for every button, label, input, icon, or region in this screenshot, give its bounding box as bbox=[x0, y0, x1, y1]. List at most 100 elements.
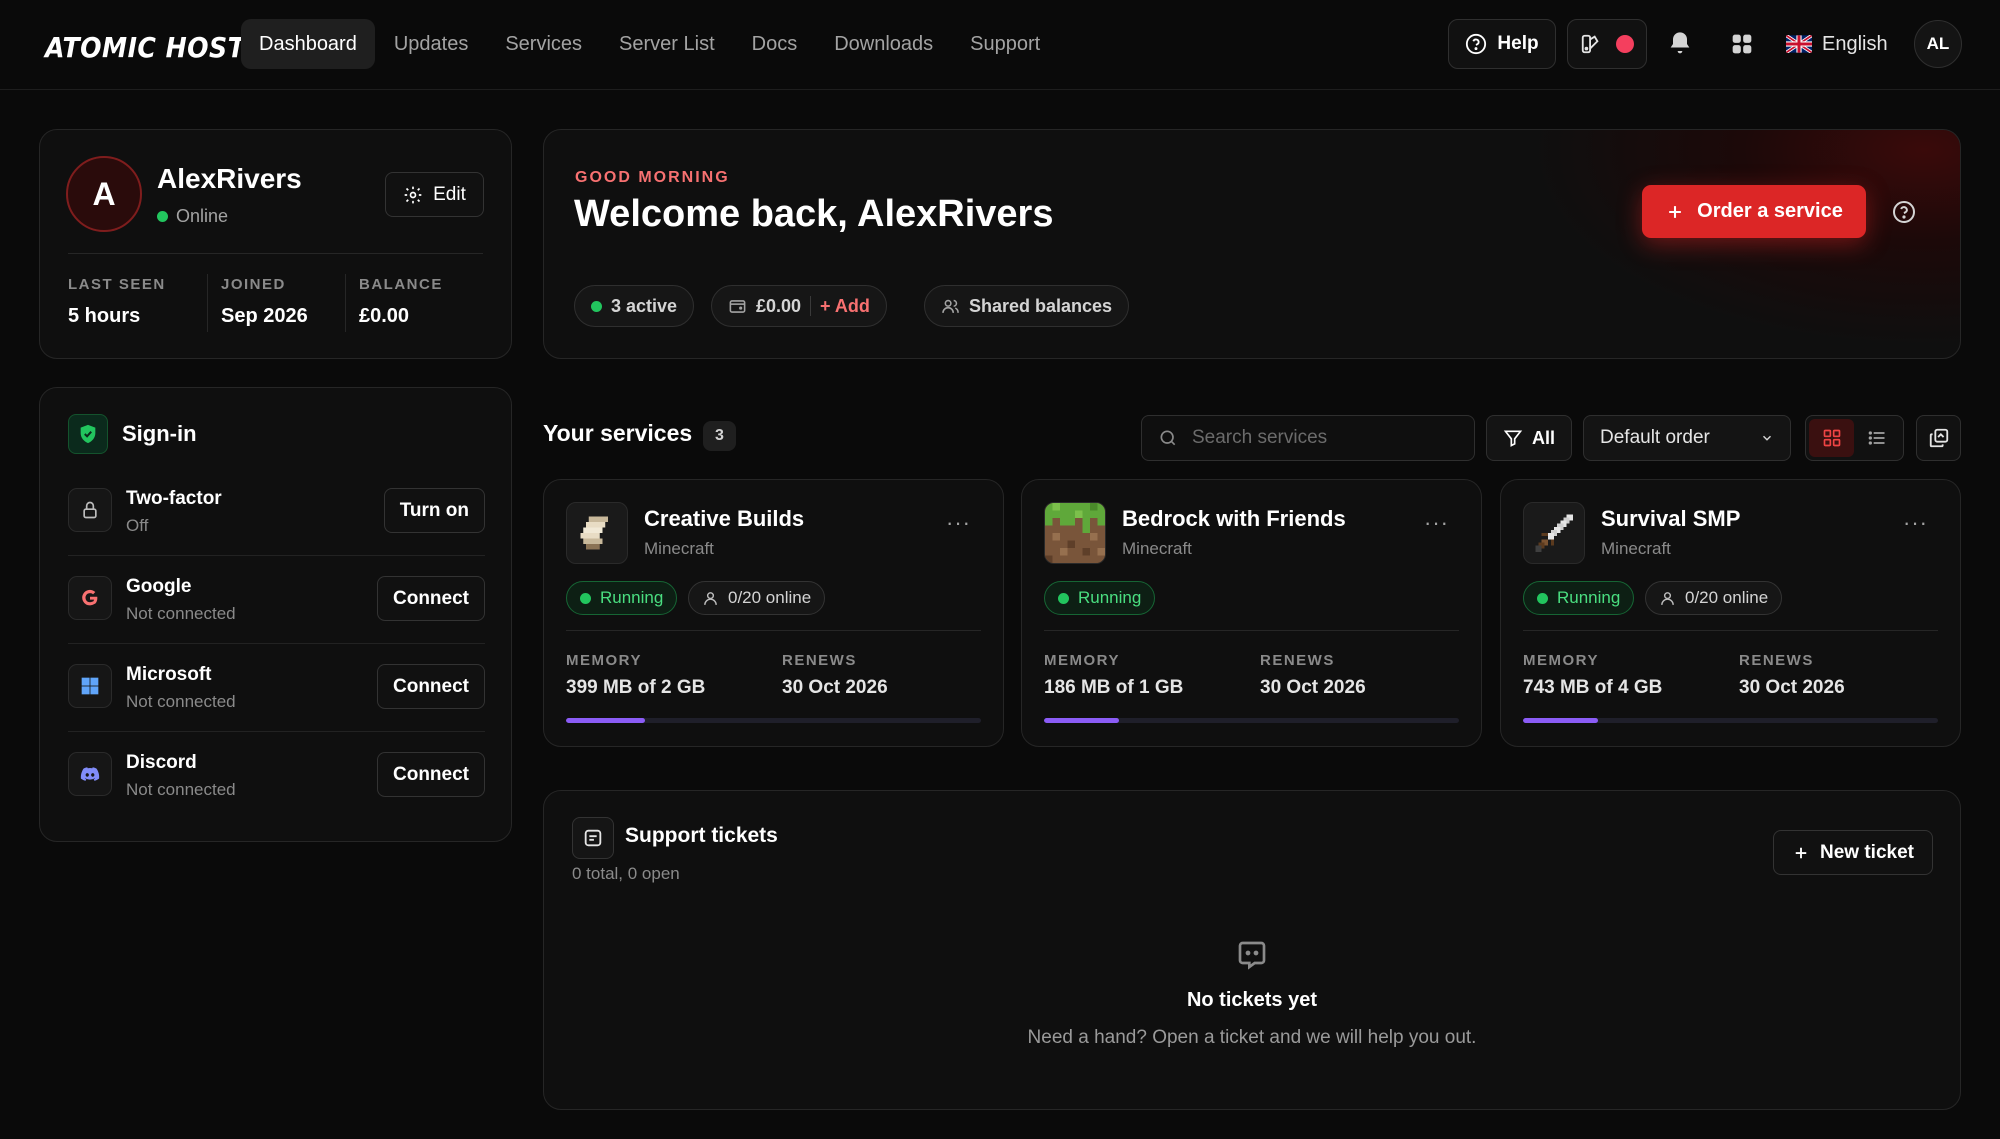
chat-bubble-icon bbox=[1238, 941, 1266, 970]
turn-on-two-factor-button[interactable]: Turn on bbox=[383, 488, 485, 533]
renews-label: RENEWS bbox=[782, 652, 857, 669]
nav-item-downloads[interactable]: Downloads bbox=[816, 19, 951, 69]
services-search[interactable] bbox=[1141, 415, 1475, 461]
memory-label: MEMORY bbox=[566, 652, 642, 669]
grid-view-icon bbox=[1823, 429, 1840, 447]
tickets-title: Support tickets bbox=[625, 824, 778, 847]
help-circle-icon bbox=[1466, 33, 1487, 55]
chip-divider bbox=[810, 296, 812, 316]
add-funds-link[interactable]: + Add bbox=[820, 296, 870, 317]
running-dot bbox=[580, 592, 591, 604]
apps-grid-icon[interactable] bbox=[1728, 30, 1756, 58]
shared-balances-label: Shared balances bbox=[969, 295, 1113, 316]
sign-in-method-status: Not connected bbox=[126, 604, 236, 623]
active-dot bbox=[591, 300, 602, 312]
order-service-label: Order a service bbox=[1697, 200, 1843, 222]
ticket-icon bbox=[572, 817, 614, 859]
grid-view-button[interactable] bbox=[1809, 419, 1854, 457]
empty-state-subtitle: Need a hand? Open a ticket and we will h… bbox=[1027, 1027, 1477, 1048]
services-title: Your services bbox=[543, 420, 693, 446]
stat-value: £0.00 bbox=[359, 305, 410, 327]
edit-profile-button[interactable]: Edit bbox=[385, 172, 484, 217]
copy-stack-icon bbox=[1929, 428, 1948, 448]
question-circle-icon[interactable] bbox=[1892, 200, 1916, 224]
order-service-button[interactable]: Order a service bbox=[1642, 185, 1866, 238]
nav-item-updates[interactable]: Updates bbox=[376, 19, 487, 69]
nav-item-support[interactable]: Support bbox=[952, 19, 1058, 69]
nav-item-dashboard[interactable]: Dashboard bbox=[241, 19, 375, 69]
compare-button[interactable] bbox=[1916, 415, 1961, 461]
status-label: Running bbox=[1557, 588, 1621, 607]
nav-item-docs[interactable]: Docs bbox=[734, 19, 816, 69]
more-options-icon[interactable]: ··· bbox=[946, 510, 971, 536]
memory-progress-fill bbox=[1523, 718, 1598, 723]
user-icon bbox=[704, 591, 717, 605]
memory-value: 186 MB of 1 GB bbox=[1044, 677, 1184, 698]
memory-progress-bar bbox=[1523, 718, 1938, 723]
renews-label: RENEWS bbox=[1260, 652, 1335, 669]
active-services-chip[interactable]: 3 active bbox=[574, 285, 695, 327]
status-badge: Running bbox=[1523, 581, 1635, 615]
help-button[interactable]: Help bbox=[1448, 19, 1556, 69]
service-card[interactable]: Bedrock with Friends Minecraft ··· Runni… bbox=[1021, 479, 1482, 747]
users-icon bbox=[942, 299, 959, 313]
user-avatar[interactable]: AL bbox=[1914, 20, 1962, 68]
memory-progress-fill bbox=[1044, 718, 1119, 723]
list-view-button[interactable] bbox=[1854, 419, 1899, 457]
more-options-icon[interactable]: ··· bbox=[1424, 510, 1449, 536]
profile-divider bbox=[68, 253, 483, 254]
connect-discord-button[interactable]: Connect bbox=[377, 752, 485, 797]
running-dot bbox=[1058, 592, 1069, 604]
running-dot bbox=[1537, 592, 1548, 604]
sign-in-method-status: Not connected bbox=[126, 780, 236, 799]
language-label: English bbox=[1822, 32, 1888, 55]
nav-item-services[interactable]: Services bbox=[487, 19, 600, 69]
filter-icon bbox=[1503, 430, 1523, 447]
profile-avatar: A bbox=[66, 156, 142, 232]
sign-in-method-name: Discord bbox=[126, 752, 197, 773]
memory-progress-bar bbox=[566, 718, 981, 723]
plus-icon bbox=[1669, 205, 1682, 218]
connect-google-button[interactable]: Connect bbox=[377, 576, 485, 621]
atomic-host-logo[interactable]: ATOMIC HOST bbox=[45, 26, 245, 70]
memory-label: MEMORY bbox=[1523, 652, 1599, 669]
memory-progress-bar bbox=[1044, 718, 1459, 723]
service-card[interactable]: Creative Builds Minecraft ··· Running 0/… bbox=[543, 479, 1004, 747]
memory-progress-fill bbox=[566, 718, 645, 723]
filter-label: All bbox=[1531, 427, 1555, 448]
connect-microsoft-button[interactable]: Connect bbox=[377, 664, 485, 709]
language-selector[interactable]: English bbox=[1786, 19, 1888, 69]
new-ticket-button[interactable]: New ticket bbox=[1773, 830, 1933, 875]
sort-order-label: Default order bbox=[1600, 427, 1710, 448]
sign-in-row-google: Google Not connected Connect bbox=[68, 556, 485, 644]
theme-toggle-button[interactable] bbox=[1567, 19, 1647, 69]
sign-in-method-status: Off bbox=[126, 516, 149, 535]
stat-separator bbox=[207, 274, 208, 332]
nav-item-server-list[interactable]: Server List bbox=[601, 19, 733, 69]
main-nav: Dashboard Updates Services Server List D… bbox=[241, 19, 1059, 69]
card-divider bbox=[566, 630, 981, 631]
players-online-badge: 0/20 online bbox=[688, 581, 826, 615]
notifications-bell-icon[interactable] bbox=[1666, 30, 1694, 58]
sword-icon bbox=[1523, 502, 1585, 564]
palette-icon bbox=[1581, 34, 1599, 54]
more-options-icon[interactable]: ··· bbox=[1903, 510, 1928, 536]
stat-separator bbox=[345, 274, 346, 332]
memory-label: MEMORY bbox=[1044, 652, 1120, 669]
shared-balances-chip[interactable]: Shared balances bbox=[924, 285, 1130, 327]
card-divider bbox=[1523, 630, 1938, 631]
sign-in-row-discord: Discord Not connected Connect bbox=[68, 732, 485, 820]
new-ticket-label: New ticket bbox=[1820, 841, 1914, 863]
service-card[interactable]: Survival SMP Minecraft ··· Running 0/20 … bbox=[1500, 479, 1961, 747]
support-tickets-card: Support tickets 0 total, 0 open New tick… bbox=[543, 790, 1961, 1110]
stat-value: Sep 2026 bbox=[221, 305, 308, 327]
search-input[interactable] bbox=[1192, 427, 1452, 449]
status-badge: Running bbox=[566, 581, 678, 615]
stat-label: JOINED bbox=[221, 276, 286, 293]
filter-button[interactable]: All bbox=[1486, 415, 1572, 461]
sign-in-method-name: Google bbox=[126, 576, 192, 597]
stat-value: 5 hours bbox=[68, 305, 141, 327]
tickets-subtitle: 0 total, 0 open bbox=[572, 864, 680, 883]
service-game: Minecraft bbox=[644, 539, 714, 558]
sort-order-select[interactable]: Default order bbox=[1583, 415, 1791, 461]
